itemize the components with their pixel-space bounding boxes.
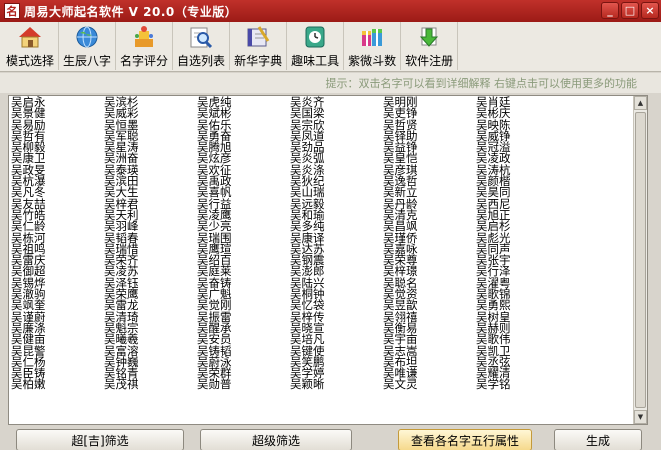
- tool-software-register[interactable]: 软件注册: [401, 22, 459, 70]
- close-button[interactable]: ×: [641, 2, 659, 19]
- scroll-thumb[interactable]: [635, 112, 646, 408]
- tool-name-score[interactable]: 名字评分: [116, 22, 174, 70]
- arrow-down-icon: [416, 25, 442, 49]
- magnifier-icon: [188, 25, 214, 49]
- clock-icon: [302, 25, 328, 49]
- scroll-up-button[interactable]: ▲: [634, 96, 647, 110]
- window-title: 周易大师起名软件 V 20.0（专业版）: [24, 4, 238, 19]
- toolbar: 模式选择 生辰八字 名字评分 自选列表 新华字典 趣味工具 紫微斗数 软件注册: [0, 22, 661, 72]
- tool-mode-select[interactable]: 模式选择: [2, 22, 60, 70]
- dictionary-icon: [245, 25, 271, 49]
- name-item[interactable]: 吴柏嫩: [11, 379, 104, 391]
- hint-bar: 提示：双击名字可以看到详细解释 右键点击可以使用更多的功能: [0, 73, 661, 93]
- tool-birth-bazi[interactable]: 生辰八字: [59, 22, 117, 70]
- house-icon: [17, 25, 43, 49]
- tool-label: 生辰八字: [63, 54, 112, 68]
- view-five-elements-button[interactable]: 查看各名字五行属性: [398, 429, 532, 450]
- vertical-scrollbar[interactable]: ▲ ▼: [633, 96, 647, 424]
- tool-label: 趣味工具: [291, 54, 340, 68]
- name-item[interactable]: 吴勋普: [197, 379, 290, 391]
- tool-label: 新华字典: [234, 54, 283, 68]
- bottom-button-bar: 超[吉]筛选 超级筛选 查看各名字五行属性 生成: [0, 428, 661, 450]
- maximize-button[interactable]: □: [621, 2, 639, 19]
- tool-label: 自选列表: [177, 54, 226, 68]
- globe-icon: [74, 25, 100, 49]
- scroll-down-button[interactable]: ▼: [634, 410, 647, 424]
- tool-custom-list[interactable]: 自选列表: [173, 22, 231, 70]
- name-item[interactable]: 吴茂祺: [104, 379, 197, 391]
- generate-button[interactable]: 生成: [554, 429, 642, 450]
- tool-label: 名字评分: [120, 54, 169, 68]
- tool-xinhua-dictionary[interactable]: 新华字典: [230, 22, 288, 70]
- name-item[interactable]: 吴学铭: [476, 379, 569, 391]
- name-grid: 吴启永 吴滨杉 吴虎纯 吴炎齐 吴明刚 吴肖廷 吴景健 吴威彩 吴斌彬 吴国梁 吴吏铮 吴彬庆 吴易励吴…: [11, 96, 631, 391]
- tool-label: 软件注册: [405, 54, 454, 68]
- tool-ziwei-doushu[interactable]: 紫微斗数: [344, 22, 402, 70]
- tool-label: 紫微斗数: [348, 54, 397, 68]
- tool-label: 模式选择: [6, 54, 55, 68]
- trophy-icon: [131, 25, 157, 49]
- minimize-button[interactable]: _: [601, 2, 619, 19]
- tool-fun-tools[interactable]: 趣味工具: [287, 22, 345, 70]
- hint-text: 提示：双击名字可以看到详细解释 右键点击可以使用更多的功能: [325, 77, 638, 90]
- name-list[interactable]: 吴启永 吴滨杉 吴虎纯 吴炎齐 吴明刚 吴肖廷 吴景健 吴威彩 吴斌彬 吴国梁 吴吏铮 吴彬庆 吴易励吴…: [9, 96, 633, 424]
- app-icon[interactable]: 名: [4, 3, 20, 19]
- super-lucky-filter-button[interactable]: 超[吉]筛选: [16, 429, 184, 450]
- title-bar: 名 周易大师起名软件 V 20.0（专业版） _ □ ×: [0, 0, 661, 22]
- name-item[interactable]: 吴颖晰: [290, 379, 383, 391]
- super-filter-button[interactable]: 超级筛选: [200, 429, 352, 450]
- name-list-panel: 吴启永 吴滨杉 吴虎纯 吴炎齐 吴明刚 吴肖廷 吴景健 吴威彩 吴斌彬 吴国梁 吴吏铮 吴彬庆 吴易励吴…: [8, 95, 648, 425]
- gift-icon: [359, 25, 385, 49]
- name-item[interactable]: 吴文灵: [383, 379, 476, 391]
